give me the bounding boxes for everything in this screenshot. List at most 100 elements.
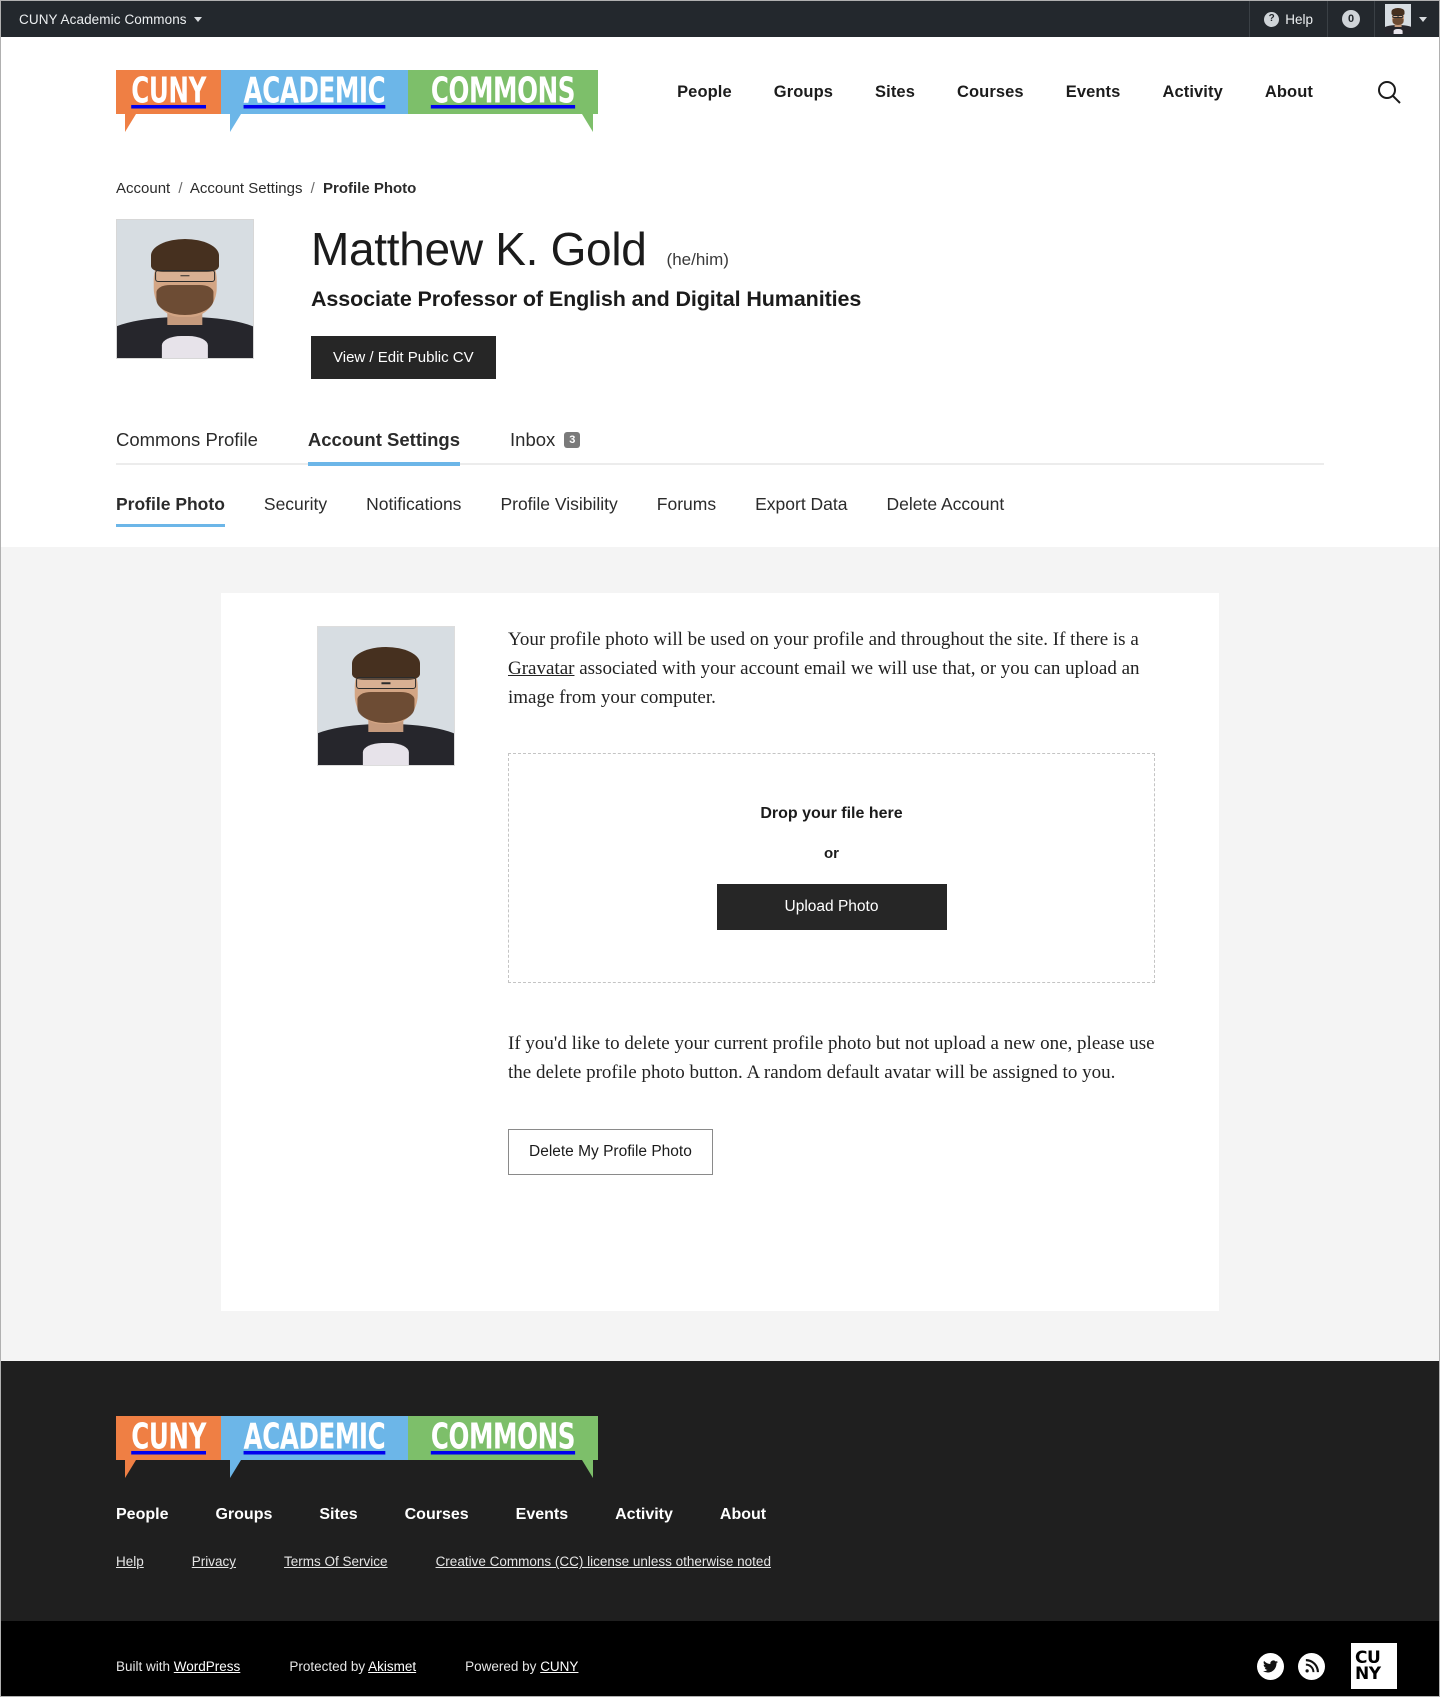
- twitter-glyph: [1263, 1660, 1278, 1673]
- profile-photo-form: Your profile photo will be used on your …: [455, 626, 1155, 1175]
- footer-social-area: CU NY: [1257, 1643, 1397, 1690]
- footer-link-privacy[interactable]: Privacy: [192, 1554, 236, 1569]
- credit-prefix: Powered by: [465, 1658, 541, 1674]
- page-title: Matthew K. Gold: [311, 223, 647, 275]
- breadcrumb-account[interactable]: Account: [116, 180, 170, 197]
- breadcrumb-current: Profile Photo: [322, 180, 417, 197]
- main-navigation: People Groups Sites Courses Events Activ…: [656, 83, 1334, 102]
- footer-link-creative-commons[interactable]: Creative Commons (CC) license unless oth…: [436, 1554, 771, 1569]
- gravatar-link[interactable]: Gravatar: [508, 658, 574, 679]
- adminbar-notifications-button[interactable]: 0: [1327, 1, 1374, 37]
- subtab-forums[interactable]: Forums: [657, 494, 716, 527]
- footer-nav-events[interactable]: Events: [516, 1506, 568, 1524]
- logo-block-commons: COMMONS: [408, 1416, 599, 1479]
- logo-block-academic: ACADEMIC: [221, 1416, 409, 1479]
- tab-commons-profile[interactable]: Commons Profile: [116, 429, 258, 466]
- subtab-profile-visibility[interactable]: Profile Visibility: [500, 494, 617, 527]
- adminbar-help-label: Help: [1285, 11, 1313, 27]
- logo-text-commons: COMMONS: [430, 70, 576, 113]
- breadcrumb: Account / Account Settings / Profile Pho…: [1, 147, 1439, 197]
- rss-icon[interactable]: [1298, 1652, 1325, 1680]
- view-edit-public-cv-button[interactable]: View / Edit Public CV: [311, 336, 496, 380]
- subtab-delete-account[interactable]: Delete Account: [887, 494, 1005, 527]
- dropzone-or-label: or: [824, 845, 839, 863]
- footer-link-help[interactable]: Help: [116, 1554, 144, 1569]
- footer-logo[interactable]: CUNY ACADEMIC COMMONS: [116, 1416, 1381, 1479]
- footer-navigation: People Groups Sites Courses Events Activ…: [116, 1506, 1439, 1524]
- notification-count-badge: 0: [1342, 10, 1360, 28]
- tabs-wrapper: Commons Profile Account Settings Inbox 3: [1, 429, 1439, 467]
- tab-label: Inbox: [510, 429, 556, 451]
- footer-credits: Built with WordPress Protected by Akisme…: [116, 1659, 578, 1674]
- subtab-export-data[interactable]: Export Data: [755, 494, 847, 527]
- nav-item-people[interactable]: People: [656, 83, 753, 102]
- subtab-profile-photo[interactable]: Profile Photo: [116, 494, 225, 528]
- cuny-logo-mark: CU NY: [1351, 1643, 1397, 1690]
- breadcrumb-account-settings[interactable]: Account Settings: [190, 180, 303, 197]
- description-part-2: associated with your account email we wi…: [508, 658, 1140, 709]
- nav-item-courses[interactable]: Courses: [936, 83, 1045, 102]
- tab-label: Account Settings: [307, 429, 461, 451]
- site-header: CUNY ACADEMIC COMMONS People Groups Site…: [1, 37, 1439, 147]
- tab-inbox[interactable]: Inbox 3: [510, 429, 581, 466]
- secondary-tabs: Profile Photo Security Notifications Pro…: [1, 494, 1439, 528]
- content-area: Your profile photo will be used on your …: [1, 547, 1439, 1362]
- cuny-mark-line2: NY: [1355, 1664, 1381, 1685]
- site-logo[interactable]: CUNY ACADEMIC COMMONS: [116, 70, 599, 132]
- profile-name-row: Matthew K. Gold (he/him): [311, 223, 861, 275]
- profile-pronouns: (he/him): [666, 250, 729, 269]
- footer-nav-activity[interactable]: Activity: [615, 1506, 673, 1524]
- nav-item-sites[interactable]: Sites: [854, 83, 936, 102]
- cuny-link[interactable]: CUNY: [540, 1659, 578, 1674]
- upload-photo-button[interactable]: Upload Photo: [716, 884, 947, 931]
- rss-glyph: [1305, 1658, 1319, 1673]
- tab-account-settings[interactable]: Account Settings: [307, 429, 461, 467]
- footer-nav-about[interactable]: About: [720, 1506, 766, 1524]
- logo-block-cuny: CUNY: [116, 1416, 222, 1479]
- adminbar-site-label: CUNY Academic Commons: [19, 11, 187, 27]
- subtab-security[interactable]: Security: [264, 494, 327, 527]
- search-icon: [1378, 81, 1401, 104]
- nav-item-activity[interactable]: Activity: [1141, 83, 1243, 102]
- logo-text-academic: ACADEMIC: [243, 70, 386, 113]
- breadcrumb-separator: /: [178, 180, 183, 197]
- tab-label: Commons Profile: [116, 429, 258, 451]
- search-button[interactable]: [1372, 75, 1406, 109]
- delete-my-profile-photo-button[interactable]: Delete My Profile Photo: [508, 1128, 713, 1175]
- adminbar-site-menu[interactable]: CUNY Academic Commons: [1, 1, 216, 37]
- credit-prefix: Protected by: [289, 1658, 369, 1674]
- nav-item-groups[interactable]: Groups: [753, 83, 854, 102]
- chevron-down-icon: [1419, 16, 1427, 22]
- avatar: [1385, 4, 1411, 34]
- nav-item-about[interactable]: About: [1244, 83, 1334, 102]
- page-root: CUNY Academic Commons ? Help 0 CUNY ACAD…: [0, 0, 1440, 1697]
- primary-tabs: Commons Profile Account Settings Inbox 3: [116, 429, 1324, 467]
- logo-text-cuny: CUNY: [131, 70, 207, 113]
- twitter-icon[interactable]: [1257, 1652, 1284, 1680]
- footer-nav-groups[interactable]: Groups: [215, 1506, 272, 1524]
- profile-photo-card: Your profile photo will be used on your …: [221, 593, 1219, 1312]
- footer-nav-sites[interactable]: Sites: [319, 1506, 357, 1524]
- current-profile-photo: [317, 626, 455, 767]
- adminbar-account-menu[interactable]: [1374, 1, 1439, 37]
- logo-text-cuny: CUNY: [131, 1417, 207, 1459]
- chevron-down-icon: [193, 16, 202, 22]
- wordpress-link[interactable]: WordPress: [174, 1659, 241, 1674]
- adminbar-spacer: [216, 1, 1250, 37]
- file-dropzone[interactable]: Drop your file here or Upload Photo: [508, 752, 1155, 983]
- dropzone-title: Drop your file here: [760, 805, 903, 823]
- footer-nav-people[interactable]: People: [116, 1506, 168, 1524]
- footer-nav-courses[interactable]: Courses: [405, 1506, 469, 1524]
- nav-item-events[interactable]: Events: [1045, 83, 1142, 102]
- logo-text-commons: COMMONS: [430, 1417, 576, 1459]
- footer-link-terms-of-service[interactable]: Terms Of Service: [284, 1554, 388, 1569]
- footer-bottom-bar: Built with WordPress Protected by Akisme…: [1, 1621, 1439, 1696]
- subtab-notifications[interactable]: Notifications: [366, 494, 461, 527]
- credit-akismet: Protected by Akismet: [289, 1659, 416, 1674]
- footer-legal-links: Help Privacy Terms Of Service Creative C…: [116, 1554, 1439, 1569]
- site-footer: CUNY ACADEMIC COMMONS People Groups Site…: [1, 1361, 1439, 1696]
- logo-block-commons: COMMONS: [408, 70, 599, 132]
- akismet-link[interactable]: Akismet: [368, 1659, 416, 1674]
- profile-header: Matthew K. Gold (he/him) Associate Profe…: [1, 197, 1439, 380]
- adminbar-help-button[interactable]: ? Help: [1249, 1, 1327, 37]
